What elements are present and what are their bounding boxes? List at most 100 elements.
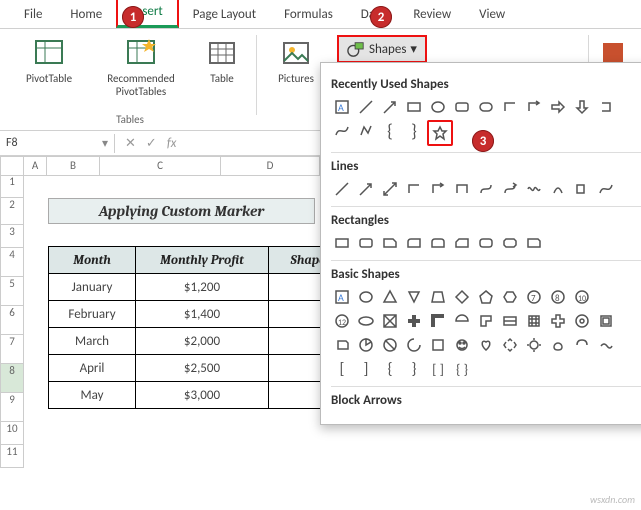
b10[interactable]: 8	[547, 286, 569, 308]
b3[interactable]	[379, 286, 401, 308]
rect3[interactable]	[379, 232, 401, 254]
line-shape[interactable]	[355, 96, 377, 118]
line5[interactable]	[427, 178, 449, 200]
b13[interactable]	[355, 310, 377, 332]
cell[interactable]: January	[49, 274, 136, 301]
b7[interactable]	[475, 286, 497, 308]
b41[interactable]: { }	[451, 358, 473, 380]
row-6[interactable]: 6	[0, 306, 24, 335]
line3[interactable]	[379, 178, 401, 200]
b1[interactable]: A	[331, 286, 353, 308]
rect2[interactable]	[355, 232, 377, 254]
b40[interactable]: [ ]	[427, 358, 449, 380]
b31[interactable]	[499, 334, 521, 356]
tab-home[interactable]: Home	[56, 1, 116, 28]
row-7[interactable]: 7	[0, 335, 24, 364]
row-2[interactable]: 2	[0, 198, 24, 225]
textbox-shape[interactable]: A	[331, 96, 353, 118]
pivottable-button[interactable]: PivotTable	[12, 35, 86, 100]
row-4[interactable]: 4	[0, 248, 24, 277]
name-box[interactable]: F8 ▾	[0, 134, 115, 153]
row-11[interactable]: 11	[0, 445, 24, 468]
line2[interactable]	[355, 178, 377, 200]
freeform-shape[interactable]	[355, 120, 377, 142]
roundrect-shape[interactable]	[451, 96, 473, 118]
cell[interactable]: $2,500	[136, 355, 269, 382]
b27[interactable]	[403, 334, 425, 356]
col-d[interactable]: D	[221, 156, 320, 176]
line-arrow-shape[interactable]	[379, 96, 401, 118]
line4[interactable]	[403, 178, 425, 200]
b36[interactable]: [	[331, 358, 353, 380]
b22[interactable]	[571, 310, 593, 332]
line10[interactable]	[547, 178, 569, 200]
rect-shape[interactable]	[403, 96, 425, 118]
lbrace-shape[interactable]: {	[379, 120, 401, 142]
rect4[interactable]	[403, 232, 425, 254]
b37[interactable]: ]	[355, 358, 377, 380]
b28[interactable]	[427, 334, 449, 356]
star-shape[interactable]	[427, 120, 453, 146]
cell[interactable]: $3,000	[136, 382, 269, 409]
rbrace-shape[interactable]: }	[403, 120, 425, 142]
line12[interactable]	[595, 178, 617, 200]
cell[interactable]: $1,400	[136, 301, 269, 328]
b18[interactable]	[475, 310, 497, 332]
b5[interactable]	[427, 286, 449, 308]
rect7[interactable]	[475, 232, 497, 254]
oval-shape[interactable]	[427, 96, 449, 118]
line7[interactable]	[475, 178, 497, 200]
table-button[interactable]: Table	[196, 35, 248, 100]
b21[interactable]	[547, 310, 569, 332]
cell[interactable]: May	[49, 382, 136, 409]
row-5[interactable]: 5	[0, 277, 24, 306]
b23[interactable]	[595, 310, 617, 332]
b29[interactable]	[451, 334, 473, 356]
col-c[interactable]: C	[100, 156, 221, 176]
b12[interactable]: 12	[331, 310, 353, 332]
tab-formulas[interactable]: Formulas	[270, 1, 347, 28]
row-3[interactable]: 3	[0, 225, 24, 248]
tab-file[interactable]: File	[10, 1, 56, 28]
b39[interactable]: }	[403, 358, 425, 380]
roundrect2-shape[interactable]	[475, 96, 497, 118]
b20[interactable]	[523, 310, 545, 332]
row-8[interactable]: 8	[0, 364, 24, 393]
cell[interactable]: $1,200	[136, 274, 269, 301]
elbow-shape[interactable]	[499, 96, 521, 118]
line6[interactable]	[451, 178, 473, 200]
b11[interactable]: 10	[571, 286, 593, 308]
line11[interactable]	[571, 178, 593, 200]
rect9[interactable]	[523, 232, 545, 254]
line9[interactable]	[523, 178, 545, 200]
cell[interactable]: $2,000	[136, 328, 269, 355]
cell[interactable]: March	[49, 328, 136, 355]
b17[interactable]	[451, 310, 473, 332]
b30[interactable]	[475, 334, 497, 356]
rect8[interactable]	[499, 232, 521, 254]
rect6[interactable]	[451, 232, 473, 254]
rect1[interactable]	[331, 232, 353, 254]
col-a[interactable]: A	[24, 156, 47, 176]
b38[interactable]: {	[379, 358, 401, 380]
shapes-button[interactable]: Shapes ▾	[337, 35, 427, 63]
tab-view[interactable]: View	[465, 1, 519, 28]
b24[interactable]	[331, 334, 353, 356]
line1[interactable]	[331, 178, 353, 200]
cell[interactable]: February	[49, 301, 136, 328]
b34[interactable]	[571, 334, 593, 356]
fx-icon[interactable]: fx	[167, 136, 177, 151]
b8[interactable]	[499, 286, 521, 308]
b33[interactable]	[547, 334, 569, 356]
b6[interactable]	[451, 286, 473, 308]
pictures-button[interactable]: Pictures	[265, 35, 327, 87]
scurve-shape[interactable]	[331, 120, 353, 142]
b14[interactable]	[379, 310, 401, 332]
row-1[interactable]: 1	[0, 175, 24, 198]
cancel-icon[interactable]: ✕	[125, 136, 136, 151]
line8[interactable]	[499, 178, 521, 200]
b9[interactable]: 7	[523, 286, 545, 308]
chevron-shape[interactable]	[595, 96, 617, 118]
b4[interactable]	[403, 286, 425, 308]
enter-icon[interactable]: ✓	[146, 136, 157, 151]
